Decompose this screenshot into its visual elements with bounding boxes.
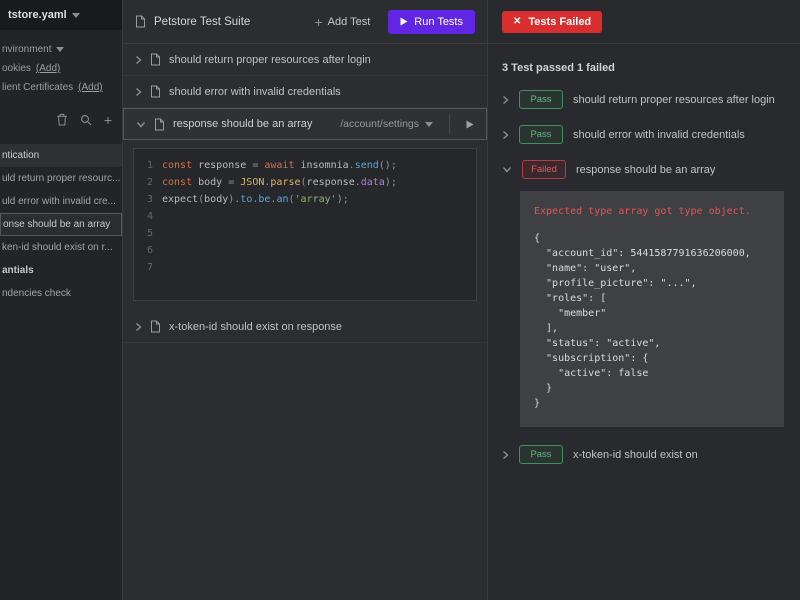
workspace-name: tstore.yaml (8, 9, 67, 21)
test-name: response should be an array (173, 118, 332, 130)
folder-label: ntication (2, 150, 39, 161)
plus-icon[interactable]: + (104, 115, 112, 125)
add-test-label: Add Test (328, 16, 371, 28)
add-test-button[interactable]: + Add Test (314, 16, 370, 28)
pass-badge: Pass (519, 125, 563, 144)
code-line (162, 225, 476, 242)
file-icon (135, 15, 146, 28)
chevron-down-icon (136, 121, 146, 128)
run-single-test-button[interactable] (466, 120, 474, 129)
result-row[interactable]: Pass x-token-id should exist on (488, 437, 800, 472)
certificates-row[interactable]: lient Certificates (Add) (2, 82, 114, 93)
result-row-expanded[interactable]: Failed response should be an array (488, 152, 800, 187)
search-icon[interactable] (80, 114, 92, 126)
code-line: const response = await insomnia.send(); (162, 157, 476, 174)
add-cookies-link[interactable]: (Add) (36, 63, 60, 74)
chevron-right-icon (135, 322, 142, 332)
failed-badge: Failed (522, 160, 566, 179)
code-line: expect(body).to.be.an('array'); (162, 191, 476, 208)
code-editor[interactable]: 1 2 3 4 5 6 7 const response = await ins… (133, 148, 477, 301)
test-row[interactable]: should error with invalid credentials (123, 76, 487, 108)
suite-title: Petstore Test Suite (154, 16, 306, 28)
sidebar-item-test[interactable]: ken-id should exist on r... (0, 236, 122, 259)
json-output: { "account_id": 5441587791636206000, "na… (534, 231, 770, 411)
chevron-down-icon (72, 13, 80, 18)
result-name: x-token-id should exist on (573, 449, 698, 461)
run-tests-button[interactable]: Run Tests (388, 10, 475, 34)
pass-badge: Pass (519, 445, 563, 464)
result-name: should return proper resources after log… (573, 94, 775, 106)
result-row[interactable]: Pass should error with invalid credentia… (488, 117, 800, 152)
code-line (162, 259, 476, 276)
chevron-right-icon (502, 450, 509, 460)
test-name: should return proper resources after log… (169, 54, 475, 66)
sidebar-meta: nvironment ookies (Add) lient Certificat… (0, 30, 122, 101)
plus-icon: + (314, 17, 322, 27)
sidebar-item-test[interactable]: uld return proper resourc... (0, 167, 122, 190)
test-row[interactable]: x-token-id should exist on response (123, 311, 487, 343)
result-row[interactable]: Pass should return proper resources afte… (488, 82, 800, 117)
file-icon (150, 320, 161, 333)
chevron-right-icon (135, 55, 142, 65)
chevron-right-icon (502, 95, 509, 105)
sidebar-item-test[interactable]: ndencies check (0, 282, 122, 305)
cookies-row[interactable]: ookies (Add) (2, 63, 114, 74)
chevron-down-icon (502, 166, 512, 173)
cookies-label: ookies (2, 63, 31, 74)
run-tests-label: Run Tests (414, 16, 463, 28)
test-row[interactable]: should return proper resources after log… (123, 44, 487, 76)
endpoint-label: /account/settings (340, 118, 419, 130)
file-icon (150, 85, 161, 98)
tests-failed-badge: ✕ Tests Failed (502, 11, 602, 33)
tests-failed-label: Tests Failed (528, 16, 591, 28)
test-row-expanded[interactable]: response should be an array /account/set… (123, 108, 487, 140)
test-name: should error with invalid credentials (169, 86, 475, 98)
chevron-down-icon (425, 122, 433, 127)
result-name: response should be an array (576, 164, 715, 176)
trash-icon[interactable] (56, 113, 68, 126)
failure-detail-box: Expected type array got type object. { "… (520, 191, 784, 427)
add-certificates-link[interactable]: (Add) (78, 82, 102, 93)
code-content[interactable]: const response = await insomnia.send(); … (162, 157, 476, 276)
folder-label: antials (2, 265, 34, 276)
result-name: should error with invalid credentials (573, 129, 745, 141)
code-line: const body = JSON.parse(response.data); (162, 174, 476, 191)
code-line (162, 208, 476, 225)
sidebar-folder-authentication[interactable]: ntication (0, 144, 122, 167)
sidebar-test-list: ntication uld return proper resourc... u… (0, 144, 122, 305)
chevron-down-icon (56, 47, 64, 52)
suite-header: Petstore Test Suite + Add Test Run Tests (123, 0, 487, 44)
file-icon (150, 53, 161, 66)
test-name: x-token-id should exist on response (169, 321, 475, 333)
environment-selector[interactable]: nvironment (2, 44, 114, 55)
results-summary: 3 Test passed 1 failed (488, 44, 800, 82)
insomnia-unit-tests-window: tstore.yaml nvironment ookies (Add) lien… (0, 0, 800, 600)
sidebar-item-test[interactable]: uld error with invalid cre... (0, 190, 122, 213)
code-line (162, 242, 476, 259)
chevron-right-icon (502, 130, 509, 140)
test-results-panel: ✕ Tests Failed 3 Test passed 1 failed Pa… (488, 0, 800, 600)
endpoint-selector[interactable]: /account/settings (340, 118, 433, 130)
sidebar-item-test-selected[interactable]: onse should be an array (0, 213, 122, 236)
sidebar-toolbar: + (0, 101, 122, 136)
environment-label: nvironment (2, 44, 51, 55)
results-header: ✕ Tests Failed (488, 0, 800, 44)
play-icon (400, 17, 408, 26)
workspace-selector[interactable]: tstore.yaml (0, 0, 122, 30)
line-numbers: 1 2 3 4 5 6 7 (134, 157, 162, 276)
divider (449, 115, 450, 133)
test-suite-panel: Petstore Test Suite + Add Test Run Tests… (123, 0, 488, 600)
file-icon (154, 118, 165, 131)
error-message: Expected type array got type object. (534, 204, 770, 219)
sidebar: tstore.yaml nvironment ookies (Add) lien… (0, 0, 123, 600)
pass-badge: Pass (519, 90, 563, 109)
chevron-right-icon (135, 87, 142, 97)
close-icon: ✕ (513, 16, 521, 27)
certificates-label: lient Certificates (2, 82, 73, 93)
sidebar-folder-credentials[interactable]: antials (0, 259, 122, 282)
